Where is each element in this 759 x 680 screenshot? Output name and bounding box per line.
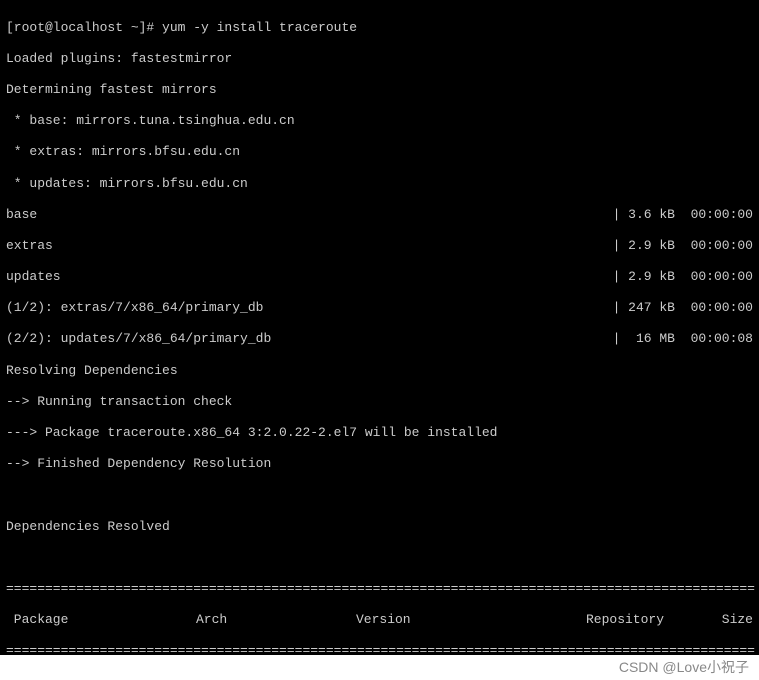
determining-line: Determining fastest mirrors bbox=[6, 82, 753, 98]
command-line: [root@localhost ~]# yum -y install trace… bbox=[6, 20, 753, 36]
repo-name: updates bbox=[6, 269, 61, 285]
header-repository: Repository bbox=[586, 612, 706, 628]
header-package: Package bbox=[6, 612, 196, 628]
resolving-deps: Resolving Dependencies bbox=[6, 363, 753, 379]
repo-name: base bbox=[6, 207, 37, 223]
finished-resolution: --> Finished Dependency Resolution bbox=[6, 456, 753, 472]
repo-row: extras | 2.9 kB 00:00:00 bbox=[6, 238, 753, 254]
repo-row: base | 3.6 kB 00:00:00 bbox=[6, 207, 753, 223]
repo-row: updates | 2.9 kB 00:00:00 bbox=[6, 269, 753, 285]
repo-name: (1/2): extras/7/x86_64/primary_db bbox=[6, 300, 263, 316]
repo-size: | 3.6 kB 00:00:00 bbox=[613, 207, 753, 223]
repo-name: extras bbox=[6, 238, 53, 254]
mirror-base: * base: mirrors.tuna.tsinghua.edu.cn bbox=[6, 113, 753, 129]
repo-size: | 2.9 kB 00:00:00 bbox=[613, 238, 753, 254]
repo-size: | 247 kB 00:00:00 bbox=[613, 300, 753, 316]
blank-line bbox=[6, 550, 753, 566]
run-check: --> Running transaction check bbox=[6, 394, 753, 410]
blank-line bbox=[6, 487, 753, 503]
pkg-install-line: ---> Package traceroute.x86_64 3:2.0.22-… bbox=[6, 425, 753, 441]
mirror-extras: * extras: mirrors.bfsu.edu.cn bbox=[6, 144, 753, 160]
repo-size: | 2.9 kB 00:00:00 bbox=[613, 269, 753, 285]
mirror-updates: * updates: mirrors.bfsu.edu.cn bbox=[6, 176, 753, 192]
header-size: Size bbox=[706, 612, 753, 628]
repo-row: (2/2): updates/7/x86_64/primary_db | 16 M… bbox=[6, 331, 753, 347]
deps-resolved: Dependencies Resolved bbox=[6, 519, 753, 535]
repo-name: (2/2): updates/7/x86_64/primary_db bbox=[6, 331, 271, 347]
table-header: Package Arch Version Repository Size bbox=[6, 612, 753, 628]
watermark: CSDN @Love小祝子 bbox=[0, 655, 759, 680]
separator: ========================================… bbox=[6, 643, 753, 655]
header-arch: Arch bbox=[196, 612, 356, 628]
header-version: Version bbox=[356, 612, 586, 628]
separator: ========================================… bbox=[6, 581, 753, 597]
terminal-window[interactable]: [root@localhost ~]# yum -y install trace… bbox=[0, 0, 759, 655]
plugins-line: Loaded plugins: fastestmirror bbox=[6, 51, 753, 67]
repo-row: (1/2): extras/7/x86_64/primary_db | 247 k… bbox=[6, 300, 753, 316]
repo-size: | 16 MB 00:00:08 bbox=[613, 331, 753, 347]
